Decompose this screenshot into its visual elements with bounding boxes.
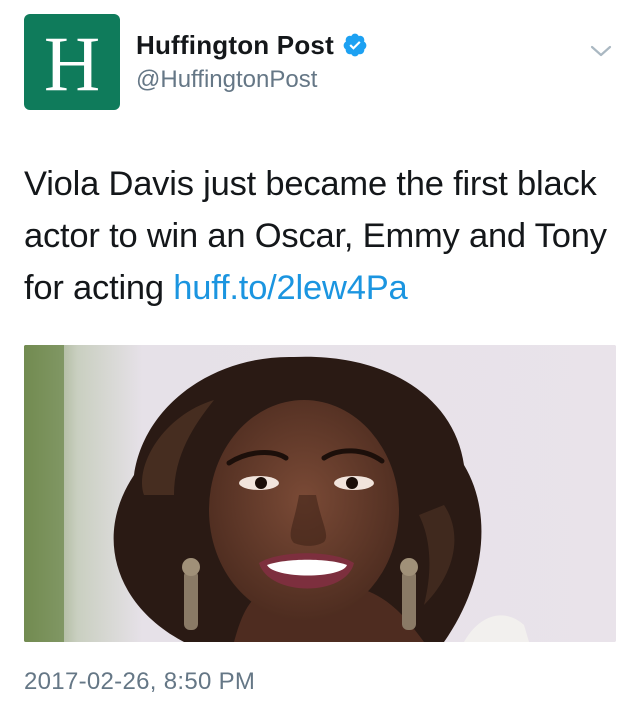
photo-illustration (24, 345, 616, 642)
tweet-text: Viola Davis just became the first black … (24, 158, 624, 314)
tweet-card: H Huffington Post @HuffingtonPost Viola … (0, 0, 640, 711)
tweet-header: H Huffington Post @HuffingtonPost (24, 14, 616, 112)
avatar-letter: H (43, 20, 101, 107)
author-names[interactable]: Huffington Post @HuffingtonPost (136, 28, 368, 94)
avatar[interactable]: H (24, 14, 120, 110)
tweet-link[interactable]: huff.to/2lew4Pa (173, 269, 407, 307)
display-name-row: Huffington Post (136, 28, 368, 62)
tweet-photo[interactable] (24, 345, 616, 642)
chevron-down-icon[interactable] (588, 38, 614, 64)
tweet-timestamp[interactable]: 2017-02-26, 8:50 PM (24, 668, 255, 696)
verified-badge-icon (342, 32, 368, 58)
display-name[interactable]: Huffington Post (136, 30, 334, 61)
author-handle[interactable]: @HuffingtonPost (136, 66, 368, 94)
